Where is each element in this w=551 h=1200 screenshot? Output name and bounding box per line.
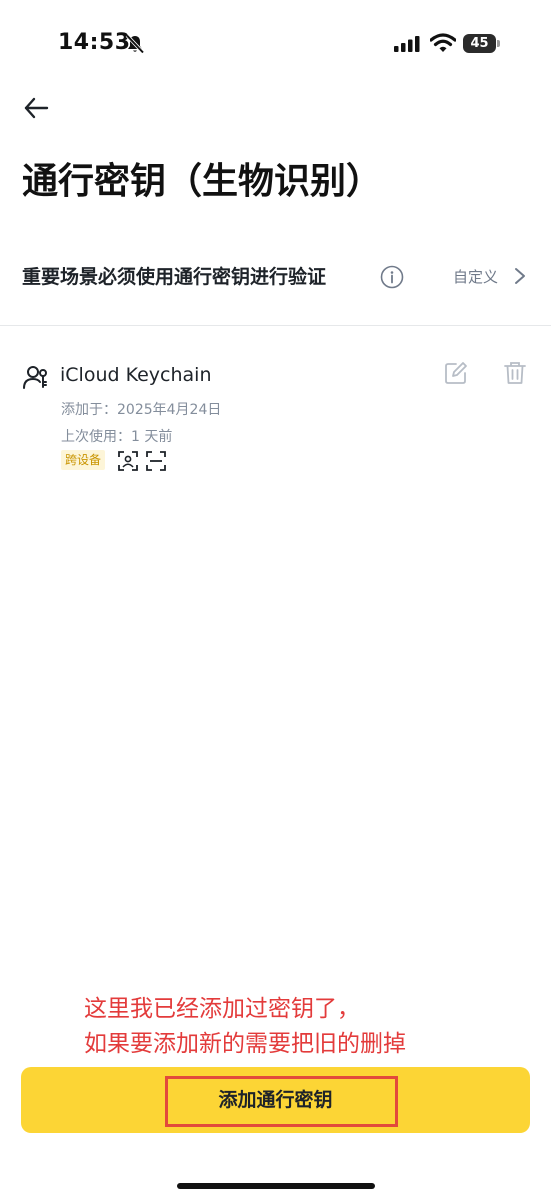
status-time: 14:53 [58,30,131,55]
bell-muted-icon [125,34,145,54]
signal-icon [394,36,420,52]
arrow-left-icon[interactable] [22,94,50,122]
edit-icon[interactable] [443,360,469,386]
chevron-right-icon [515,268,525,284]
passkey-name: iCloud Keychain [60,364,212,386]
passkey-last-used: 上次使用：1 天前 [61,429,173,445]
home-indicator [177,1183,375,1189]
user-key-icon [23,366,47,389]
battery-indicator: 45 [463,34,501,53]
wifi-icon [430,33,456,52]
annotation-text: 这里我已经添加过密钥了， 如果要添加新的需要把旧的删掉 [84,992,524,1062]
annotation-highlight-box [165,1076,398,1127]
face-id-icon [118,451,138,471]
divider [0,325,551,326]
cross-device-badge: 跨设备 [61,450,106,470]
scan-icon [146,451,166,471]
info-icon[interactable] [380,265,404,289]
setting-value[interactable]: 自定义 [453,266,498,287]
battery-level: 45 [470,36,489,51]
passkey-added-date: 添加于：2025年4月24日 [61,402,222,418]
setting-label: 重要场景必须使用通行密钥进行验证 [22,266,327,288]
page-title: 通行密钥（生物识别） [22,161,383,202]
annotation-line-2: 如果要添加新的需要把旧的删掉 [84,1031,406,1057]
annotation-line-1: 这里我已经添加过密钥了， [84,996,360,1022]
trash-icon[interactable] [502,360,528,386]
